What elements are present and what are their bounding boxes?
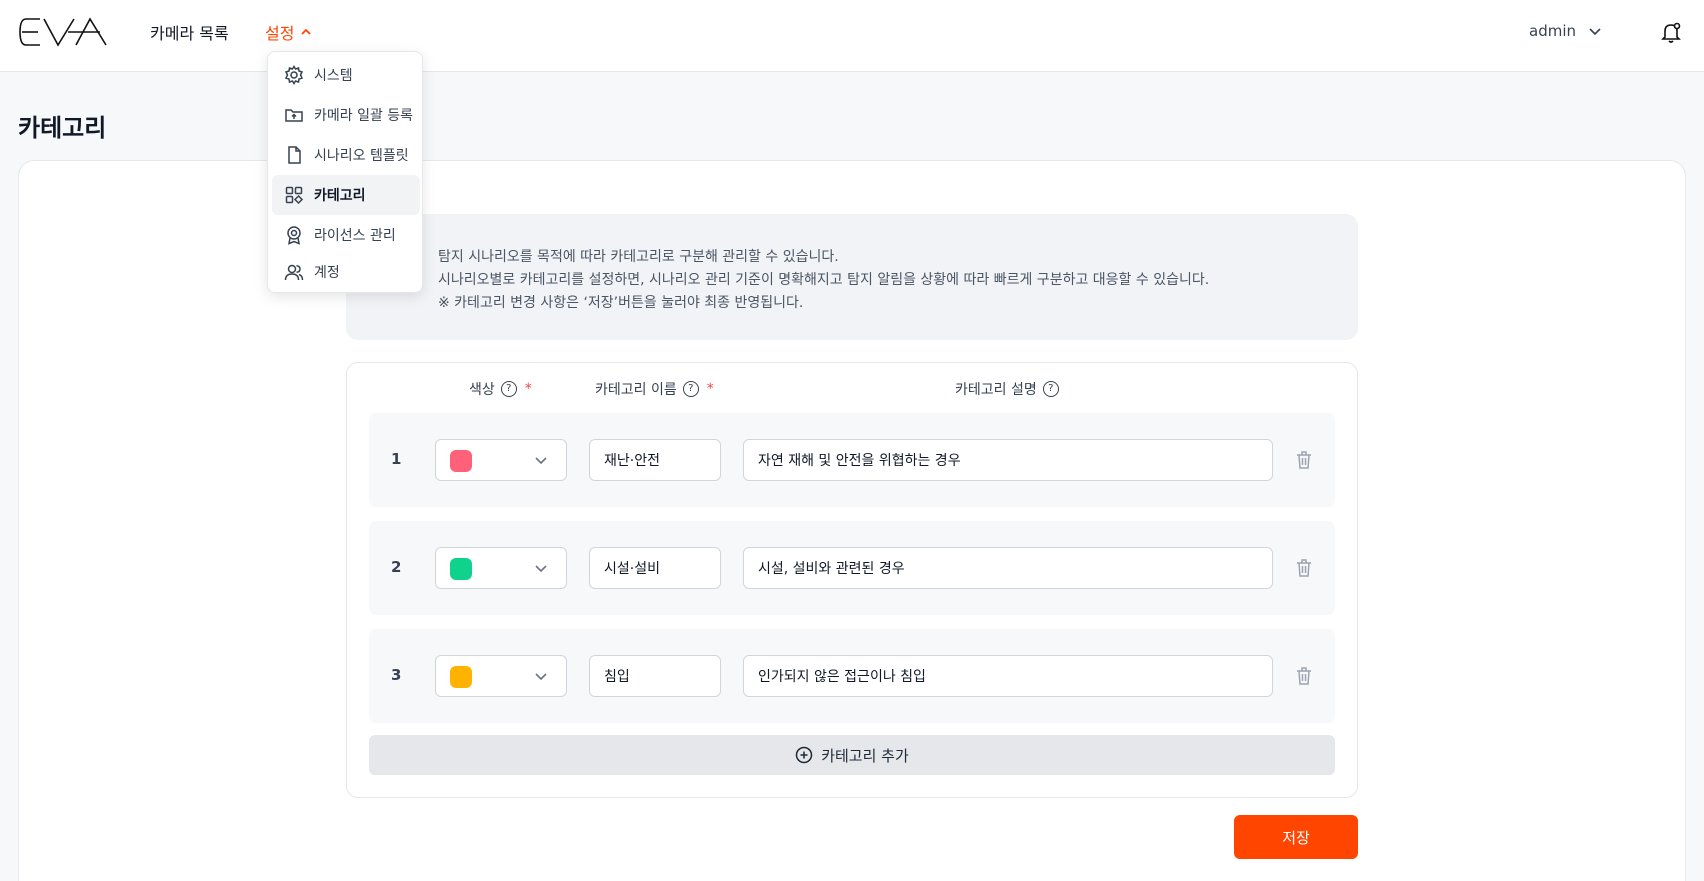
plus-circle-icon [795, 746, 813, 764]
row-number: 2 [391, 558, 402, 576]
menu-item-label: 라이선스 관리 [314, 228, 396, 244]
help-icon[interactable]: ? [1042, 381, 1059, 397]
nav-settings-label: 설정 [265, 24, 295, 43]
menu-item-label: 카테고리 [314, 188, 366, 204]
menu-item-label: 시나리오 템플릿 [314, 148, 409, 164]
menu-item-system[interactable]: 시스템 [272, 55, 420, 95]
info-line: 시나리오별로 카테고리를 설정하면, 시나리오 관리 기준이 명확해지고 탐지 … [438, 272, 1210, 288]
required-mark: * [524, 381, 532, 397]
menu-item-label: 카메라 일괄 등록 [314, 108, 414, 124]
gear-icon [284, 65, 304, 85]
color-select[interactable] [435, 547, 567, 589]
row-number: 3 [391, 666, 402, 684]
info-box: 탐지 시나리오를 목적에 따라 카테고리로 구분해 관리할 수 있습니다. 시나… [346, 214, 1358, 340]
page-title: 카테고리 [18, 114, 107, 142]
help-icon[interactable]: ? [500, 381, 517, 397]
row-number: 1 [391, 450, 402, 468]
menu-item-label: 시스템 [314, 68, 353, 84]
column-label: 색상 [469, 382, 495, 398]
help-icon[interactable]: ? [682, 381, 699, 397]
chevron-down-icon [1589, 28, 1601, 36]
menu-item-label: 계정 [314, 265, 340, 281]
menu-item-account[interactable]: 계정 [272, 252, 420, 292]
add-category-button[interactable]: 카테고리 추가 [369, 735, 1335, 775]
user-menu[interactable]: admin [1529, 22, 1601, 40]
notification-bell-icon[interactable] [1660, 21, 1682, 43]
nav-settings[interactable]: 설정 [265, 20, 312, 44]
user-name: admin [1529, 22, 1576, 40]
category-name-input[interactable] [589, 655, 721, 697]
category-row: 3 [369, 629, 1335, 723]
color-swatch [450, 450, 472, 472]
category-name-input[interactable] [589, 547, 721, 589]
chevron-down-icon [535, 673, 547, 681]
info-line: 탐지 시나리오를 목적에 따라 카테고리로 구분해 관리할 수 있습니다. [438, 249, 839, 265]
badge-icon [287, 226, 301, 245]
column-header-name: 카테고리 이름 ? * [595, 379, 714, 399]
chevron-up-icon [301, 28, 312, 35]
menu-item-camera-bulk-register[interactable]: 카메라 일괄 등록 [272, 95, 420, 135]
category-name-input[interactable] [589, 439, 721, 481]
category-description-input[interactable] [743, 439, 1273, 481]
color-select[interactable] [435, 439, 567, 481]
color-swatch [450, 666, 472, 688]
save-button[interactable]: 저장 [1234, 815, 1358, 859]
category-row: 1 [369, 413, 1335, 507]
menu-item-license[interactable]: 라이선스 관리 [272, 215, 420, 255]
nav-camera-list[interactable]: 카메라 목록 [150, 20, 229, 44]
info-line: ※ 카테고리 변경 사항은 ‘저장’버튼을 눌러야 최종 반영됩니다. [438, 295, 804, 311]
column-header-color: 색상 ? * [469, 379, 532, 399]
top-navigation-bar: 카메라 목록 설정 admin [0, 0, 1704, 72]
color-swatch [450, 558, 472, 580]
file-icon [288, 146, 301, 164]
chevron-down-icon [535, 565, 547, 573]
menu-item-category[interactable]: 카테고리 [272, 175, 420, 215]
folder-upload-icon [285, 109, 303, 122]
menu-item-scenario-template[interactable]: 시나리오 템플릿 [272, 135, 420, 175]
category-description-input[interactable] [743, 547, 1273, 589]
column-label: 카테고리 설명 [955, 382, 1037, 398]
required-mark: * [706, 381, 714, 397]
category-grid-icon [285, 186, 304, 205]
category-description-input[interactable] [743, 655, 1273, 697]
column-header-description: 카테고리 설명 ? [955, 379, 1059, 399]
trash-icon[interactable] [1295, 450, 1313, 470]
trash-icon[interactable] [1295, 666, 1313, 686]
add-category-label: 카테고리 추가 [821, 746, 909, 765]
settings-dropdown-menu: 시스템 카메라 일괄 등록 시나리오 템플릿 카테고리 라이선스 관리 계정 [267, 51, 423, 293]
category-table: 색상 ? * 카테고리 이름 ? * 카테고리 설명 ? 1 2 3 [346, 362, 1358, 798]
color-select[interactable] [435, 655, 567, 697]
users-icon [284, 264, 304, 281]
category-row: 2 [369, 521, 1335, 615]
column-label: 카테고리 이름 [595, 382, 677, 398]
chevron-down-icon [535, 457, 547, 465]
trash-icon[interactable] [1295, 558, 1313, 578]
eva-logo[interactable] [18, 16, 108, 48]
